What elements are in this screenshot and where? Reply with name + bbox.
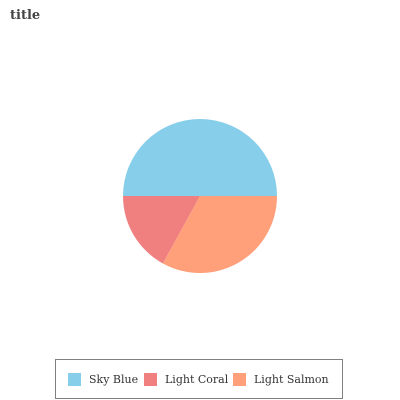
legend-label-light-coral: Light Coral [165, 373, 229, 386]
legend-label-sky-blue: Sky Blue [89, 373, 139, 386]
legend-item-light-salmon: Light Salmon [233, 373, 329, 386]
pie-chart [123, 119, 277, 273]
legend-swatch-light-salmon [233, 373, 246, 386]
legend-swatch-light-coral [144, 373, 157, 386]
legend-label-light-salmon: Light Salmon [254, 373, 329, 386]
legend-item-sky-blue: Sky Blue [68, 373, 138, 386]
pie-slice-sky-blue [123, 119, 277, 196]
pie-slices [123, 119, 277, 273]
legend-item-light-coral: Light Coral [144, 373, 228, 386]
legend: Sky Blue Light Coral Light Salmon [55, 359, 343, 399]
legend-swatch-sky-blue [68, 373, 81, 386]
